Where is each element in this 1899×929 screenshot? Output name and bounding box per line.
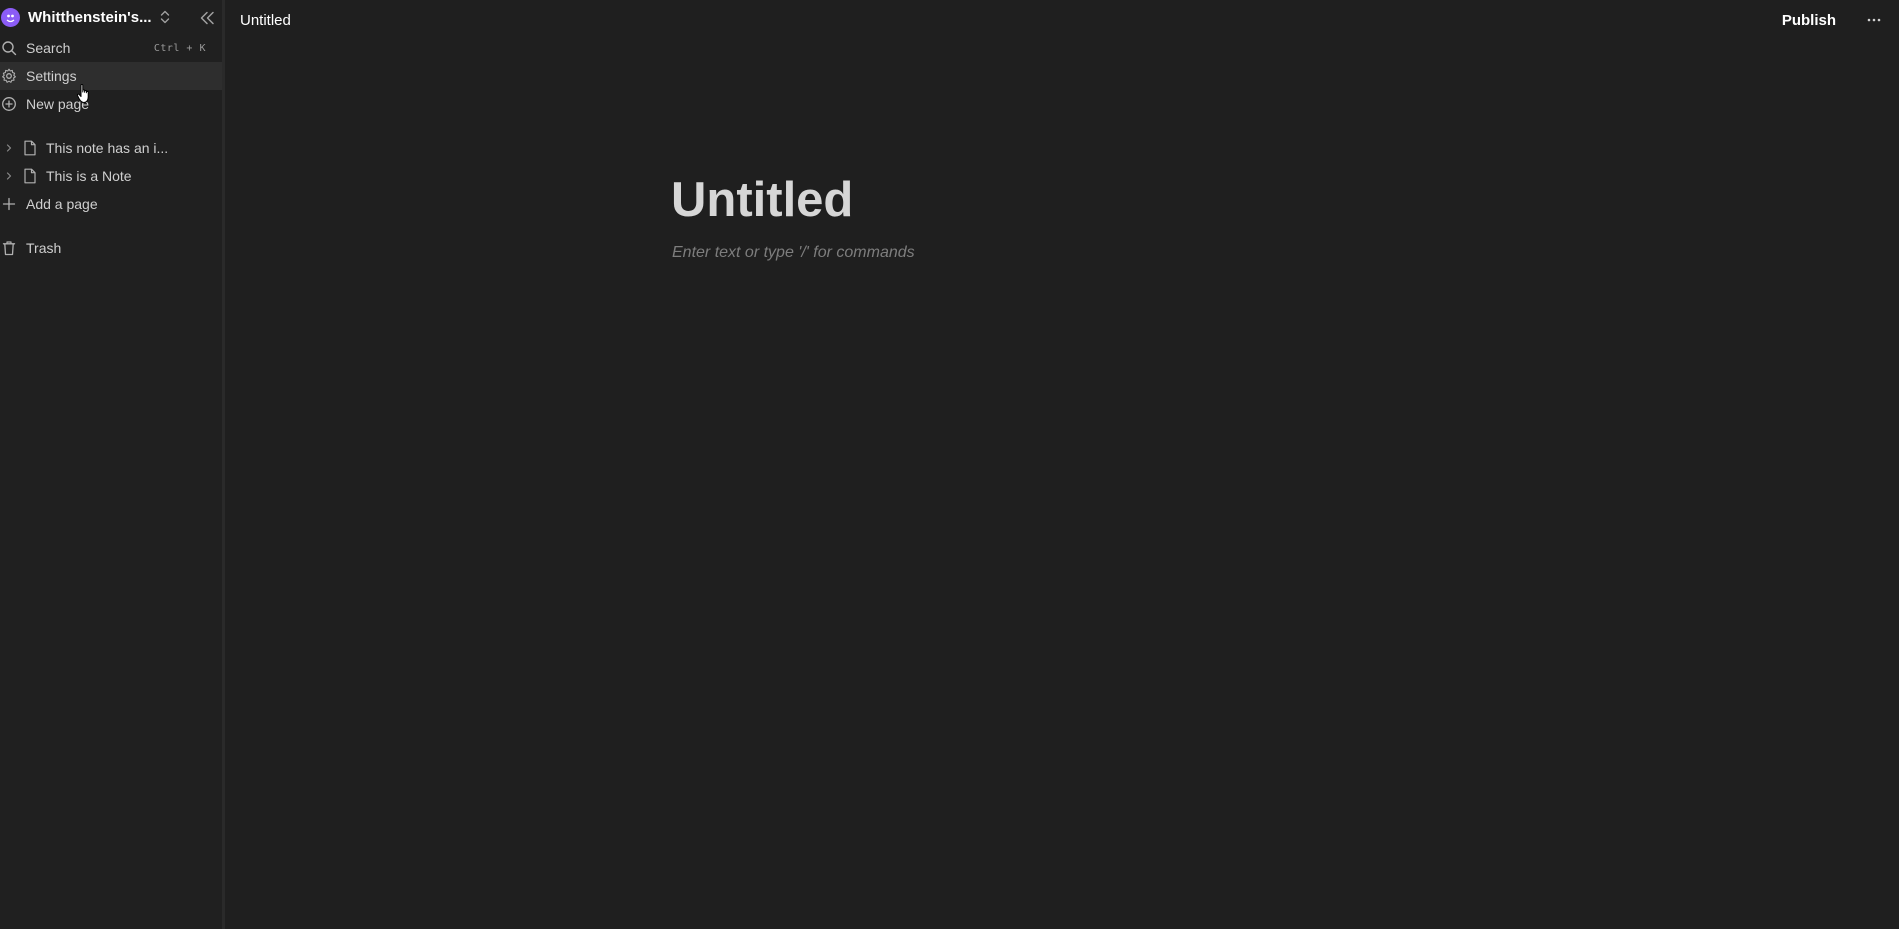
sidebar-item-settings[interactable]: Settings (0, 62, 222, 90)
search-icon (0, 39, 18, 57)
workspace-name: Whitthenstein's... (28, 8, 152, 26)
page-label: This note has an i... (46, 140, 169, 156)
page-title[interactable]: Untitled (671, 172, 853, 228)
avatar-icon (6, 14, 15, 22)
sidebar: Whitthenstein's... Search Ctrl + K Setti… (0, 0, 225, 929)
workspace-header[interactable]: Whitthenstein's... (0, 0, 222, 34)
plus-circle-icon (0, 95, 18, 113)
chevron-right-icon[interactable] (2, 141, 16, 155)
sidebar-item-add-page[interactable]: Add a page (0, 190, 222, 218)
page-label: This is a Note (46, 168, 132, 184)
workspace-avatar (1, 7, 20, 27)
plus-icon (0, 195, 18, 213)
trash-label: Trash (26, 240, 62, 256)
publish-button[interactable]: Publish (1782, 12, 1836, 29)
breadcrumb[interactable]: Untitled (240, 12, 291, 29)
top-bar: Untitled Publish (225, 0, 1899, 40)
search-shortcut: Ctrl + K (153, 42, 206, 54)
collapse-sidebar-icon[interactable] (198, 9, 216, 27)
sidebar-item-trash[interactable]: Trash (0, 234, 222, 262)
more-options-icon[interactable] (1865, 13, 1883, 27)
document-icon (22, 139, 38, 157)
sidebar-item-search[interactable]: Search Ctrl + K (0, 34, 222, 62)
editor-body-placeholder[interactable]: Enter text or type '/' for commands (672, 244, 915, 262)
trash-icon (0, 239, 18, 257)
hand-cursor-icon (76, 83, 89, 103)
search-label: Search (26, 40, 71, 56)
gear-icon (0, 67, 18, 85)
sidebar-page-item[interactable]: This note has an i... (0, 134, 222, 162)
settings-label: Settings (26, 68, 77, 84)
chevron-right-icon[interactable] (2, 169, 16, 183)
sidebar-page-item[interactable]: This is a Note (0, 162, 222, 190)
add-page-label: Add a page (26, 196, 98, 212)
sidebar-item-new-page[interactable]: New page (0, 90, 222, 118)
document-icon (22, 167, 38, 185)
editor-area: Untitled Publish Untitled Enter text or … (225, 0, 1899, 929)
workspace-switch-icon[interactable] (158, 9, 172, 25)
app-window: Whitthenstein's... Search Ctrl + K Setti… (0, 0, 1899, 929)
